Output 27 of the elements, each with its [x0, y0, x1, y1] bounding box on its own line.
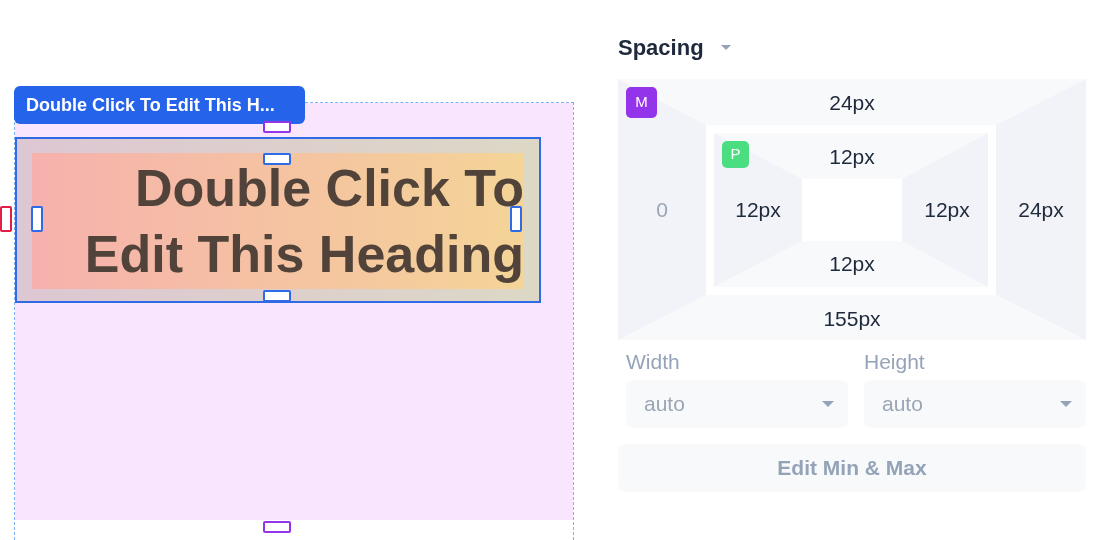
section-title[interactable]: Spacing — [618, 31, 704, 64]
padding-handle[interactable] — [263, 290, 291, 302]
margin-handle[interactable] — [263, 521, 291, 533]
caret-icon[interactable] — [719, 43, 732, 52]
margin-handle[interactable] — [263, 121, 291, 133]
padding-value[interactable]: 12px — [829, 248, 875, 280]
field-label: Height — [863, 349, 926, 375]
margin-handle[interactable] — [0, 206, 12, 232]
margin-value[interactable]: 24px — [829, 87, 875, 119]
margin-badge: M — [626, 87, 657, 118]
margin-value[interactable]: 24px — [1018, 194, 1064, 226]
element-tag[interactable]: Double Click To Edit This H... — [14, 86, 305, 124]
padding-handle[interactable] — [510, 206, 522, 232]
heading-text[interactable]: Double Click To Edit This Heading — [32, 153, 524, 289]
padding-badge: P — [722, 141, 749, 168]
padding-value[interactable]: 12px — [829, 141, 875, 173]
heading-block[interactable]: Double Click To Edit This Heading — [15, 137, 541, 303]
size-dropdown[interactable]: auto — [864, 380, 1086, 428]
size-input[interactable]: auto — [642, 387, 822, 421]
padding-handle[interactable] — [263, 153, 291, 165]
padding-handle[interactable] — [31, 206, 43, 232]
field-label: Width — [625, 349, 681, 375]
margin-value[interactable]: 155px — [823, 303, 881, 335]
size-dropdown[interactable]: auto — [626, 380, 848, 428]
padding-value[interactable]: 12px — [924, 194, 970, 226]
padding-value[interactable]: 12px — [735, 194, 781, 226]
size-input[interactable]: auto — [880, 387, 1060, 421]
